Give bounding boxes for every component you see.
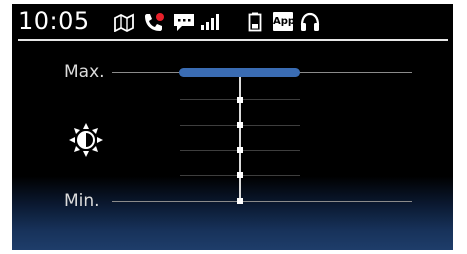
min-label: Min. [64, 191, 100, 211]
brightness-level-indicator[interactable] [179, 68, 300, 77]
message-icon [174, 14, 194, 31]
headset-icon [300, 12, 320, 31]
max-label: Max. [64, 62, 105, 82]
level-step[interactable] [237, 198, 243, 204]
brightness-slider-track[interactable] [239, 76, 241, 202]
clock-time: 10:05 [18, 7, 90, 35]
phone-missed-call-icon [145, 13, 164, 31]
level-step[interactable] [237, 122, 243, 128]
level-step[interactable] [237, 97, 243, 103]
status-bar-divider [18, 39, 448, 41]
status-bar: 10:05 App [12, 4, 453, 41]
signal-strength-icon [201, 14, 219, 30]
level-step[interactable] [237, 147, 243, 153]
level-step[interactable] [237, 172, 243, 178]
app-icon: App [273, 12, 295, 31]
navigation-map-icon [114, 13, 134, 32]
battery-icon [248, 12, 262, 32]
brightness-icon [69, 123, 103, 157]
min-line [112, 201, 412, 202]
display-screen: 10:05 App Max. Min. [12, 4, 453, 250]
